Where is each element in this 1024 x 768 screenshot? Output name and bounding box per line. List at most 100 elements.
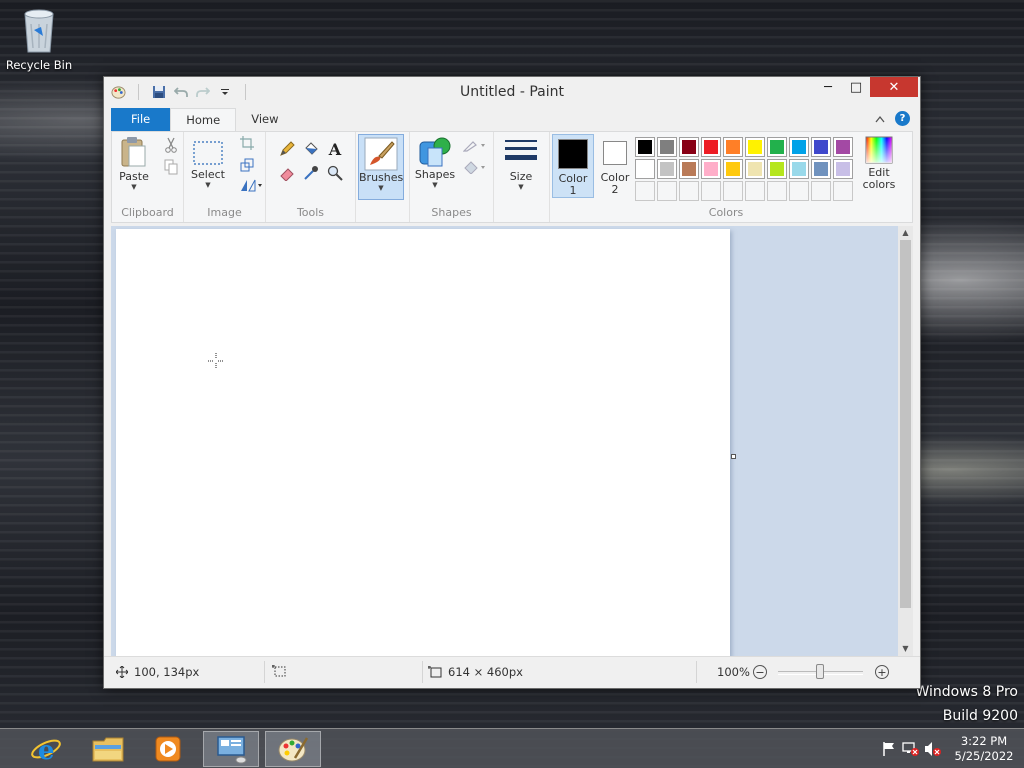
shapes-button[interactable]: Shapes ▼ — [414, 136, 456, 190]
palette-swatch[interactable] — [745, 137, 765, 157]
eraser-icon[interactable] — [278, 164, 296, 182]
scroll-thumb[interactable] — [900, 240, 911, 608]
minimize-ribbon-icon[interactable] — [875, 115, 885, 123]
palette-swatch-empty[interactable] — [723, 181, 743, 201]
scroll-down-icon[interactable]: ▼ — [898, 642, 913, 656]
action-center-icon[interactable] — [878, 741, 900, 757]
line-size-icon — [505, 140, 537, 160]
palette-swatch[interactable] — [789, 159, 809, 179]
palette-swatch-empty[interactable] — [789, 181, 809, 201]
zoom-out-button[interactable]: − — [753, 665, 767, 679]
palette-swatch[interactable] — [701, 159, 721, 179]
palette-swatch-empty[interactable] — [635, 181, 655, 201]
internet-explorer-icon: e — [31, 736, 61, 764]
palette-swatch[interactable] — [657, 159, 677, 179]
palette-swatch[interactable] — [811, 159, 831, 179]
canvas-resize-handle-right[interactable] — [731, 454, 736, 459]
magnifier-icon[interactable] — [326, 164, 344, 182]
edit-colors-button[interactable]: Edit colors — [860, 136, 898, 191]
palette-swatch[interactable] — [657, 137, 677, 157]
fill-icon[interactable] — [302, 140, 320, 158]
palette-swatch[interactable] — [833, 159, 853, 179]
palette-swatch[interactable] — [679, 159, 699, 179]
scroll-up-icon[interactable]: ▲ — [898, 226, 913, 240]
palette-swatch-empty[interactable] — [767, 181, 787, 201]
zoom-in-button[interactable]: + — [875, 665, 889, 679]
color1-swatch — [558, 139, 588, 169]
taskbar-media-player[interactable] — [140, 731, 196, 767]
brush-icon — [364, 137, 398, 171]
brushes-button[interactable]: Brushes ▼ — [358, 134, 404, 200]
group-size: Size ▼ — [494, 132, 550, 222]
palette-swatch[interactable] — [745, 159, 765, 179]
color2-swatch — [603, 141, 627, 165]
copy-icon[interactable] — [162, 158, 180, 176]
pencil-icon[interactable] — [278, 140, 296, 158]
network-icon[interactable] — [900, 741, 922, 757]
palette-swatch[interactable] — [833, 137, 853, 157]
edit-colors-icon — [865, 136, 893, 164]
recycle-bin[interactable]: Recycle Bin — [4, 6, 74, 72]
taskbar-internet-explorer[interactable]: e — [18, 731, 74, 767]
color1-button[interactable]: Color 1 — [552, 134, 594, 198]
palette-swatch-empty[interactable] — [701, 181, 721, 201]
palette-swatch[interactable] — [723, 159, 743, 179]
select-button[interactable]: Select ▼ — [190, 136, 226, 190]
palette-swatch-empty[interactable] — [657, 181, 677, 201]
zoom-in-icon: + — [875, 665, 889, 679]
drawing-canvas[interactable] — [116, 229, 730, 656]
paste-button[interactable]: Paste ▼ — [116, 136, 152, 192]
maximize-button[interactable]: □ — [842, 77, 870, 97]
recycle-bin-label: Recycle Bin — [5, 58, 73, 72]
outline-icon[interactable] — [462, 136, 488, 154]
resize-icon[interactable] — [238, 156, 256, 174]
palette-swatch-empty[interactable] — [745, 181, 765, 201]
size-button[interactable]: Size ▼ — [500, 138, 542, 192]
palette-swatch[interactable] — [767, 137, 787, 157]
group-clipboard: Paste ▼ Clipboard — [112, 132, 184, 222]
zoom-level: 100% — [717, 665, 750, 679]
text-tool-icon[interactable]: A — [326, 140, 344, 159]
fill-shape-icon[interactable] — [462, 158, 488, 176]
taskbar-paint[interactable] — [265, 731, 321, 767]
palette-swatch[interactable] — [701, 137, 721, 157]
palette-swatch[interactable] — [789, 137, 809, 157]
palette-swatch-empty[interactable] — [833, 181, 853, 201]
title-bar: Untitled - Paint ─ □ ✕ — [104, 77, 920, 107]
group-brushes: Brushes ▼ — [356, 132, 410, 222]
color-picker-icon[interactable] — [302, 164, 320, 182]
palette-swatch[interactable] — [679, 137, 699, 157]
status-bar: 100, 134px 614 × 460px 100% − + — [104, 656, 920, 688]
close-button[interactable]: ✕ — [870, 77, 918, 97]
vertical-scrollbar[interactable]: ▲ ▼ — [898, 226, 913, 656]
cut-icon[interactable] — [162, 136, 180, 154]
group-label-shapes: Shapes — [431, 206, 472, 219]
remote-desktop-icon — [217, 736, 247, 764]
palette-swatch[interactable] — [723, 137, 743, 157]
crop-icon[interactable] — [238, 134, 256, 152]
clock-date: 5/25/2022 — [954, 749, 1014, 763]
canvas-size: 614 × 460px — [428, 665, 523, 679]
minimize-button[interactable]: ─ — [814, 77, 842, 97]
tab-file[interactable]: File — [111, 108, 171, 132]
taskbar-remote-desktop[interactable] — [203, 731, 259, 767]
rotate-icon[interactable] — [238, 176, 264, 194]
color2-button[interactable]: Color 2 — [596, 134, 634, 196]
palette-swatch-empty[interactable] — [679, 181, 699, 201]
help-icon[interactable]: ? — [895, 111, 910, 126]
select-icon — [193, 141, 223, 165]
ribbon-tabs: File Home View — [111, 108, 294, 132]
taskbar-file-explorer[interactable] — [80, 731, 136, 767]
palette-swatch-empty[interactable] — [811, 181, 831, 201]
taskbar-clock[interactable]: 3:22 PM 5/25/2022 — [944, 734, 1024, 764]
zoom-slider-thumb[interactable] — [816, 664, 824, 679]
palette-swatch[interactable] — [767, 159, 787, 179]
palette-swatch[interactable] — [635, 159, 655, 179]
cursor-position: 100, 134px — [116, 665, 199, 679]
os-watermark-edition: Windows 8 Pro — [915, 684, 1018, 700]
tab-home[interactable]: Home — [170, 108, 237, 132]
tab-view[interactable]: View — [236, 108, 293, 132]
palette-swatch[interactable] — [811, 137, 831, 157]
palette-swatch[interactable] — [635, 137, 655, 157]
volume-muted-icon[interactable] — [922, 741, 944, 757]
